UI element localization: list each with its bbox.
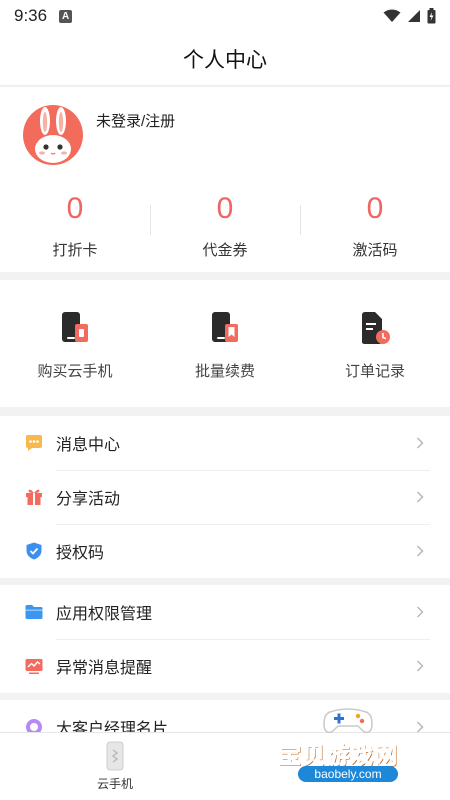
- shortcut-order-record[interactable]: 订单记录: [300, 280, 450, 407]
- stat-label: 代金券: [202, 242, 248, 259]
- menu-item-share-activity[interactable]: 分享活动: [0, 470, 450, 524]
- menu-item-abnormal-alert[interactable]: 异常消息提醒: [0, 639, 450, 693]
- status-icons: [383, 8, 436, 24]
- login-register-link[interactable]: 未登录/注册: [96, 110, 175, 131]
- cloud-phone-icon: [106, 741, 124, 771]
- menu-label: 分享活动: [56, 491, 121, 508]
- menu-group-services: 消息中心 分享活动 授权码: [0, 416, 450, 578]
- notification-badge: A: [59, 9, 73, 23]
- status-bar: 9:36 A: [0, 0, 450, 32]
- watermark-url: baobely.com: [298, 766, 398, 782]
- shield-icon: [26, 542, 42, 560]
- shortcut-row: 购买云手机 批量续费 订单记录: [0, 280, 450, 407]
- watermark-text: 宝贝游戏网: [278, 742, 398, 769]
- stat-label: 打折卡: [52, 242, 98, 259]
- battery-icon: [427, 8, 436, 24]
- stat-voucher[interactable]: 0 代金券: [150, 191, 300, 261]
- shortcut-batch-renew[interactable]: 批量续费: [150, 280, 300, 407]
- menu-item-authorization-code[interactable]: 授权码: [0, 524, 450, 578]
- avatar[interactable]: [23, 105, 83, 165]
- stat-value: 0: [66, 192, 84, 225]
- menu-group-settings: 应用权限管理 异常消息提醒: [0, 585, 450, 693]
- menu-item-message-center[interactable]: 消息中心: [0, 416, 450, 470]
- stat-activation-code[interactable]: 0 激活码: [300, 191, 450, 261]
- wifi-icon: [383, 9, 401, 22]
- order-record-icon: [362, 312, 390, 344]
- shortcut-label: 订单记录: [344, 363, 405, 380]
- batch-renew-icon: [212, 312, 238, 342]
- status-time: 9:36: [14, 6, 48, 25]
- stats-row: 0 打折卡 0 代金券 0 激活码: [0, 191, 450, 261]
- menu-label: 消息中心: [56, 437, 121, 454]
- stat-value: 0: [216, 192, 234, 225]
- chevron-right-icon: [417, 660, 424, 672]
- shortcut-label: 批量续费: [194, 363, 255, 380]
- gamepad-icon: [323, 708, 373, 734]
- watermark: 宝贝游戏网 baobely.com: [268, 700, 428, 800]
- profile-card: 未登录/注册 0 打折卡 0 代金券 0 激活码: [0, 87, 450, 272]
- menu-label: 授权码: [56, 545, 105, 562]
- menu-label: 大客户经理名片: [56, 721, 169, 732]
- stat-label: 激活码: [352, 242, 398, 259]
- rabbit-avatar-icon: [35, 107, 71, 163]
- chevron-right-icon: [417, 545, 424, 557]
- chevron-right-icon: [417, 437, 424, 449]
- chevron-right-icon: [417, 606, 424, 618]
- phone-buy-icon: [62, 312, 88, 342]
- page-title: 个人中心: [183, 48, 267, 72]
- signal-icon: [408, 10, 420, 22]
- menu-label: 异常消息提醒: [56, 660, 153, 677]
- menu-label: 应用权限管理: [56, 606, 153, 623]
- manager-card-icon: [26, 719, 42, 732]
- gift-icon: [26, 489, 42, 505]
- alert-chart-icon: [25, 659, 43, 674]
- shortcut-buy-cloud-phone[interactable]: 购买云手机: [0, 280, 150, 407]
- message-icon: [26, 435, 42, 451]
- menu-item-app-permission[interactable]: 应用权限管理: [0, 585, 450, 639]
- tab-label: 云手机: [97, 777, 134, 791]
- tab-cloud-phone[interactable]: 云手机: [97, 741, 134, 795]
- stat-discount-card[interactable]: 0 打折卡: [0, 191, 150, 261]
- folder-icon: [25, 605, 43, 619]
- chevron-right-icon: [417, 491, 424, 503]
- shortcut-label: 购买云手机: [37, 363, 113, 380]
- header: 个人中心: [0, 32, 450, 86]
- stat-value: 0: [366, 192, 384, 225]
